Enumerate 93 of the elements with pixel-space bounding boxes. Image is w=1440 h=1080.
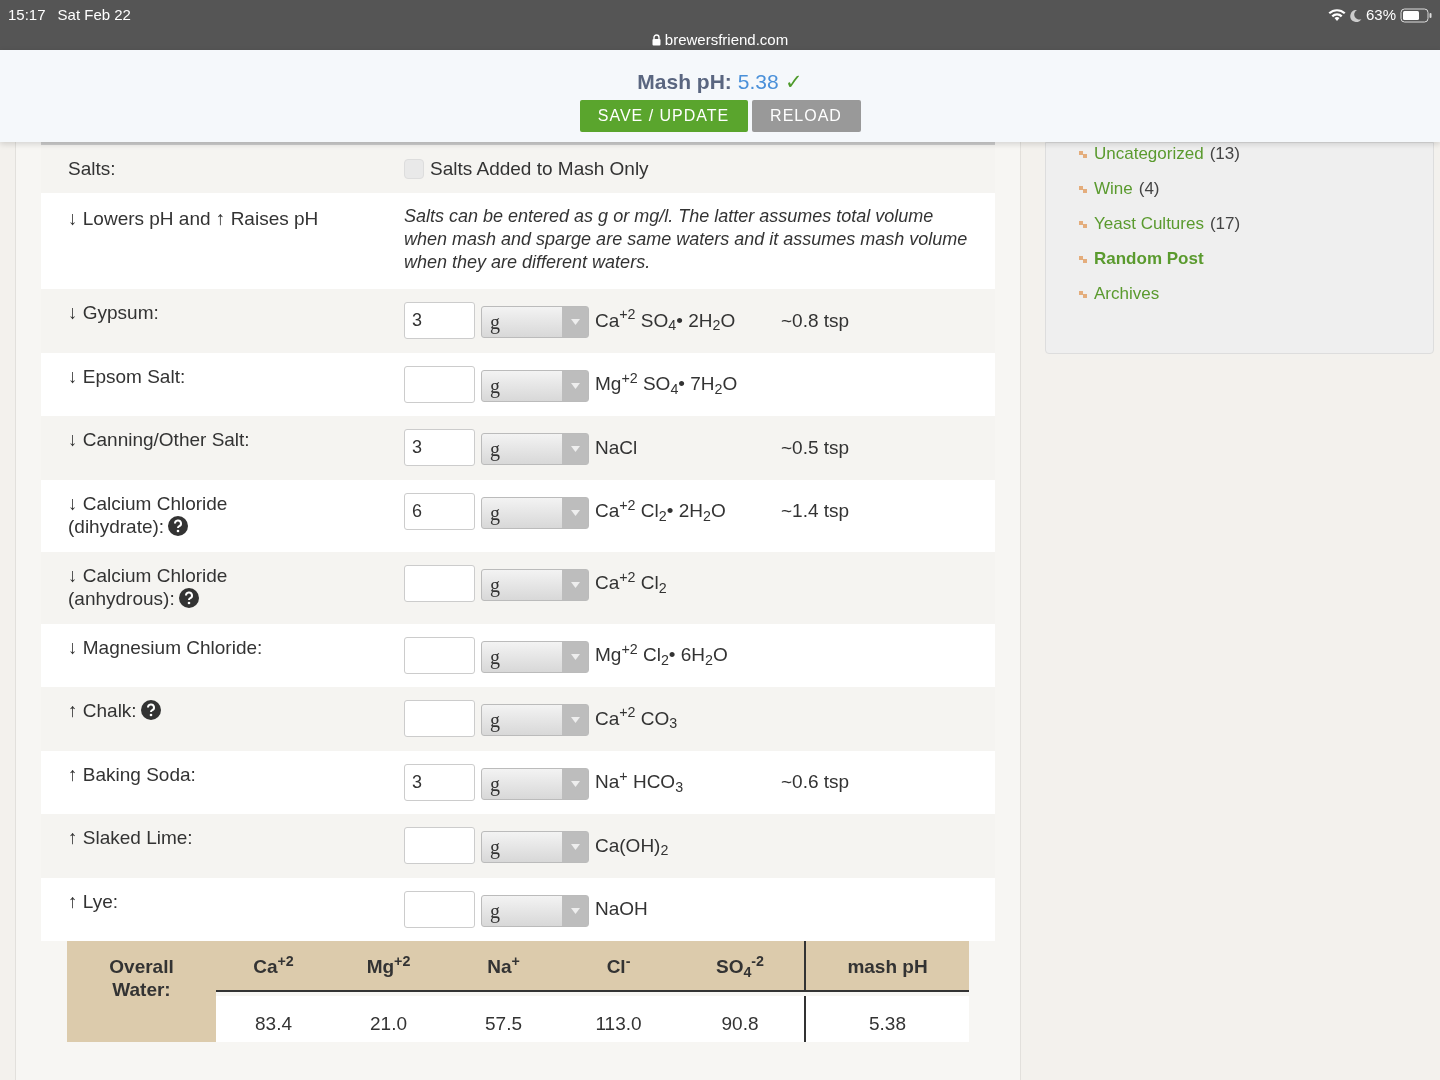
lock-icon [651, 33, 661, 46]
unit-dropdown[interactable]: g [481, 433, 589, 466]
salt-formula: Mg$^{+2}$ Cl$_{2}$• 6H$_{2}$O [595, 641, 729, 670]
caret-icon [570, 907, 580, 914]
post-count: (17) [1209, 213, 1241, 236]
column-header: Na$^{+}$ [446, 941, 561, 992]
salt-formula: Ca$^{+2}$ SO$_{4}$• 2H$_{2}$O [595, 306, 737, 335]
amount-field[interactable] [404, 636, 475, 674]
caret-icon [570, 319, 580, 326]
amount-field[interactable] [404, 365, 475, 403]
column-header: Ca$^{+2}$ [216, 941, 331, 992]
amount-field[interactable]: 3 [404, 429, 475, 467]
caret-icon [570, 581, 580, 588]
amount-field[interactable] [404, 700, 475, 738]
checkbox-label: Salts Added to Mash Only [430, 156, 649, 181]
help-icon[interactable] [178, 587, 199, 608]
bullet-icon [1078, 149, 1088, 159]
salt-label: ↑ Chalk: [41, 687, 404, 751]
salt-formula: Ca$^{+2}$ Cl$_{2}$ [595, 569, 668, 598]
salt-label: ↑ Lye: [67, 889, 119, 914]
unit-dropdown[interactable]: g [481, 568, 589, 601]
bullet-icon [1078, 254, 1088, 264]
caret-icon [570, 780, 580, 787]
status-time: 15:17 [8, 5, 46, 25]
salts-note: Salts can be entered as g or mg/l. The latter assumes total volume when mash and sparge are same waters and it assumes mash volume when they are different waters. [404, 205, 969, 274]
salt-formula: Ca$^{+2}$ CO$_{3}$ [595, 704, 679, 733]
amount-field[interactable]: 6 [404, 492, 475, 530]
salt-label: ↓ Calcium Chloride (anhydrous): [67, 563, 229, 611]
tsp-amount: ~0.5 tsp [781, 435, 850, 460]
amount-field[interactable]: 3 [404, 302, 475, 340]
unit-dropdown[interactable]: g [481, 704, 589, 737]
battery-percent: 63% [1365, 5, 1396, 25]
mash-ph-value: 5.38 [737, 69, 779, 95]
amount-field[interactable]: 3 [404, 763, 475, 801]
battery-icon [1400, 7, 1432, 23]
bullet-icon [1078, 184, 1088, 194]
caret-icon [570, 653, 580, 660]
unit-dropdown[interactable]: g [481, 894, 589, 927]
checkbox[interactable] [404, 159, 424, 179]
column-header: mash pH [804, 941, 969, 992]
caret-icon [570, 509, 580, 516]
salt-formula: Ca$^{+2}$ Cl$_{2}$• 2H$_{2}$O [595, 497, 727, 526]
overall-label: Overall Water: [67, 941, 216, 1042]
help-icon[interactable] [140, 700, 161, 720]
unit-dropdown[interactable]: g [481, 831, 589, 864]
tsp-amount: ~1.4 tsp [781, 499, 850, 523]
unit-dropdown[interactable]: g [481, 767, 589, 800]
salts-label: Salts: [67, 156, 117, 181]
column-header: Cl$^{-}$ [561, 941, 676, 992]
salt-formula: NaCl [595, 435, 639, 460]
salt-formula: Ca(OH)$_{2}$ [595, 833, 670, 860]
unit-dropdown[interactable]: g [481, 369, 589, 402]
status-date: Sat Feb 22 [57, 5, 131, 25]
unit-dropdown[interactable]: g [481, 496, 589, 529]
unit-dropdown[interactable]: g [481, 640, 589, 673]
wifi-icon [1327, 8, 1346, 22]
salt-formula: Mg$^{+2}$ SO$_{4}$• 7H$_{2}$O [595, 370, 739, 399]
caret-icon [570, 717, 580, 724]
salt-label: ↓ Magnesium Chloride: [67, 635, 264, 660]
caret-icon [570, 844, 580, 851]
post-count: (4) [1138, 178, 1160, 201]
table-cell: 5.38 [804, 995, 969, 1042]
salt-label: ↓ Epsom Salt: [67, 364, 187, 389]
moon-icon [1349, 8, 1362, 22]
salt-label: ↑ Slaked Lime: [67, 826, 194, 850]
mash-ph-label: Mash pH: [637, 69, 732, 95]
amount-field[interactable] [404, 890, 475, 928]
caret-icon [570, 382, 580, 389]
check-mark: ✓ [784, 69, 803, 95]
salt-label: ↓ Canning/Other Salt: [67, 428, 251, 452]
salt-formula: NaOH [595, 897, 649, 921]
caret-icon [570, 446, 580, 453]
table-cell: 113.0 [561, 995, 676, 1042]
post-count: (13) [1209, 143, 1240, 166]
table-cell: 21.0 [331, 995, 446, 1042]
amount-field[interactable] [404, 827, 475, 865]
table-cell: 57.5 [446, 995, 561, 1042]
url-text[interactable]: brewersfriend.com [664, 28, 789, 51]
unit-dropdown[interactable]: g [481, 306, 589, 339]
salt-label: ↓ Gypsum: [67, 301, 160, 325]
legend-text: ↓ Lowers pH and ↑ Raises pH [67, 207, 320, 231]
table-cell: 90.8 [676, 995, 804, 1042]
help-icon[interactable] [168, 515, 189, 536]
salt-label: ↑ Baking Soda: [67, 762, 197, 787]
tsp-amount: ~0.6 tsp [781, 770, 850, 794]
amount-field[interactable] [404, 564, 475, 602]
salt-label: ↓ Calcium Chloride (dihydrate): [67, 491, 229, 539]
bullet-icon [1078, 219, 1088, 229]
tsp-amount: ~0.8 tsp [781, 308, 850, 333]
column-header: Mg$^{+2}$ [331, 941, 446, 992]
bullet-icon [1078, 289, 1088, 299]
salt-formula: Na$^{+}$ HCO$_{3}$ [595, 768, 685, 797]
table-cell: 83.4 [216, 995, 331, 1042]
